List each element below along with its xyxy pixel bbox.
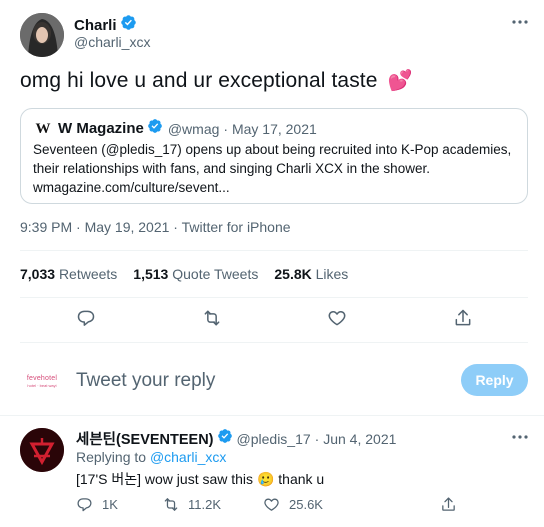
replying-to-handle[interactable]: @charli_xcx	[150, 449, 226, 465]
divider	[20, 250, 528, 251]
divider	[20, 297, 528, 298]
like-icon[interactable]	[327, 308, 347, 328]
likes-stat[interactable]: 25.8K Likes	[274, 266, 348, 282]
divider	[0, 415, 544, 416]
quote-text-line: Seventeen (@pledis_17) opens up about be…	[33, 142, 512, 157]
current-user-avatar[interactable]: fevehotel hotel · beat wayi	[20, 359, 64, 403]
reply-author-handle[interactable]: @pledis_17	[237, 431, 311, 447]
retweet-action[interactable]: 11.2K	[162, 496, 221, 513]
verified-icon	[120, 14, 137, 36]
retweets-stat[interactable]: 7,033 Retweets	[20, 266, 117, 282]
quotes-stat[interactable]: 1,513 Quote Tweets	[133, 266, 258, 282]
tweet-timestamp[interactable]: 9:39 PM · May 19, 2021 · Twitter for iPh…	[20, 219, 291, 235]
like-count: 25.6K	[289, 497, 323, 512]
quote-text-line: their relationships with fans, and singi…	[33, 161, 430, 176]
reply-icon[interactable]	[76, 308, 96, 328]
divider	[20, 342, 528, 343]
share-icon[interactable]	[440, 496, 457, 513]
likes-count: 25.8K	[274, 266, 312, 282]
retweet-count: 11.2K	[188, 497, 222, 512]
current-user-avatar-text: fevehotel	[26, 374, 58, 382]
like-icon	[264, 498, 279, 511]
retweet-icon	[164, 498, 178, 511]
quotes-label: Quote Tweets	[172, 266, 259, 282]
wmag-logo: W	[35, 120, 51, 137]
tweet-emoji: 💕	[387, 70, 413, 92]
more-icon[interactable]	[510, 427, 530, 447]
quote-date: · May 17, 2021	[223, 120, 317, 137]
reply-author-avatar[interactable]	[20, 428, 64, 472]
tweet-text: omg hi love u and ur exceptional taste 💕	[20, 68, 412, 93]
reply-icon	[77, 498, 92, 512]
quote-author-handle: @wmag	[167, 120, 220, 137]
reply-button[interactable]: Reply	[461, 364, 528, 396]
retweets-count: 7,033	[20, 266, 56, 282]
verified-icon	[217, 428, 233, 449]
reply-date[interactable]: · Jun 4, 2021	[315, 431, 397, 447]
retweet-icon[interactable]	[201, 308, 223, 328]
more-icon[interactable]	[510, 12, 530, 32]
tweet-text-body: omg hi love u and ur exceptional taste	[20, 69, 378, 92]
replying-to-label: Replying to	[76, 449, 147, 465]
author-handle[interactable]: @charli_xcx	[74, 34, 150, 50]
reply-text-end: thank u	[278, 471, 325, 487]
verified-icon	[147, 118, 163, 139]
reply-emoji: 🥲	[256, 471, 275, 487]
reply-author-name[interactable]: 세븐틴(SEVENTEEN)	[76, 428, 214, 449]
quoted-tweet-card[interactable]: W W Magazine @wmag · May 17, 2021 Sevent…	[20, 108, 528, 204]
quote-link: wmagazine.com/culture/sevent...	[33, 180, 230, 195]
author-avatar[interactable]	[20, 13, 64, 57]
reply-count: 1K	[102, 497, 118, 512]
author-name[interactable]: Charli	[74, 17, 117, 34]
retweets-label: Retweets	[58, 266, 118, 282]
like-action[interactable]: 25.6K	[263, 496, 323, 513]
reply-input[interactable]: Tweet your reply	[76, 370, 215, 392]
quotes-count: 1,513	[133, 266, 169, 282]
likes-label: Likes	[315, 266, 349, 282]
current-user-avatar-subtext: hotel · beat wayi	[27, 382, 57, 388]
quote-author-name: W Magazine	[58, 120, 144, 137]
reply-action[interactable]: 1K	[76, 496, 118, 513]
reply-text: [17'S 버논] wow just saw this	[76, 471, 254, 487]
share-icon[interactable]	[453, 308, 473, 328]
